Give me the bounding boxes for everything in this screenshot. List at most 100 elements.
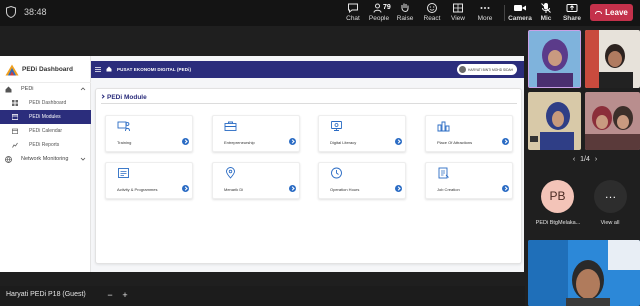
calendar-icon: [12, 128, 18, 134]
user-menu[interactable]: HARYATI BINTI MOHD SIDAH: [457, 64, 517, 75]
home-icon: [5, 86, 12, 93]
avatar: [459, 66, 466, 73]
brand-title: PEDi Dashboard: [22, 66, 73, 73]
hand-icon: [401, 3, 409, 12]
participant-avatar[interactable]: PB: [541, 180, 574, 213]
arrow-right-icon[interactable]: [182, 185, 189, 192]
chevron-down-icon: [80, 157, 86, 161]
module-title-text: PEDi Module: [107, 94, 147, 101]
zoom-in-button[interactable]: +: [120, 290, 130, 300]
nav-group-pedi[interactable]: PEDi: [0, 83, 91, 96]
arrow-right-icon[interactable]: [395, 138, 402, 145]
nav-group-label: Network Monitoring: [21, 156, 69, 162]
camera-icon: [514, 5, 526, 11]
arrow-right-icon[interactable]: [289, 138, 296, 145]
module-label: Activity & Programmes: [117, 187, 158, 192]
arrow-right-icon[interactable]: [289, 185, 296, 192]
module-label: Operation Hours: [330, 187, 360, 192]
participant-name: PEDi BtgMelaka...: [535, 220, 581, 226]
arrow-right-icon[interactable]: [182, 138, 189, 145]
sidebar-item-label: PEDi Reports: [29, 142, 60, 148]
sidebar-item-dashboard[interactable]: PEDi Dashboard: [0, 96, 91, 110]
more-button[interactable]: More: [470, 2, 500, 25]
module-tile-training[interactable]: Training: [105, 115, 193, 152]
attractions-icon: [437, 121, 450, 132]
meeting-window: 38:48 Chat 79 People Raise React View Mo…: [0, 0, 640, 306]
module-tile-activity[interactable]: Activity & Programmes: [105, 162, 193, 199]
view-all-button[interactable]: …: [594, 180, 627, 213]
module-tile-job-creation[interactable]: Job Creation: [425, 162, 513, 199]
arrow-right-icon[interactable]: [502, 138, 509, 145]
smile-icon: [427, 3, 437, 13]
sidebar-item-reports[interactable]: PEDi Reports: [0, 138, 91, 152]
share-button[interactable]: Share: [557, 2, 587, 25]
participant-photo: [529, 31, 580, 87]
chevron-right-icon[interactable]: ›: [595, 156, 597, 163]
module-label: Entrepreneurship: [224, 140, 255, 145]
mic-icon: [541, 3, 551, 13]
sidebar-item-label: PEDi Modules: [29, 114, 61, 120]
grid-icon: [453, 3, 463, 13]
dashboard-icon: [12, 100, 18, 106]
location-pin-icon: [226, 167, 235, 179]
sidebar-item-label: PEDi Dashboard: [29, 100, 67, 106]
user-name: HARYATI BINTI MOHD SIDAH: [468, 67, 514, 72]
chevron-up-icon: [80, 87, 86, 91]
module-label: Place Of Attractions: [437, 140, 473, 145]
view-button[interactable]: View: [443, 2, 473, 25]
sidebar-item-label: PEDi Calendar: [29, 128, 63, 134]
avatar-initials: PB: [549, 189, 566, 203]
view-label: View: [451, 15, 465, 22]
module-label: Training: [117, 140, 132, 145]
module-panel: PEDi Module Training Entrepreneurship Di…: [95, 88, 522, 264]
network-icon: [5, 156, 12, 163]
arrow-right-icon[interactable]: [395, 185, 402, 192]
participant-pagination: ‹ 1/4 ›: [565, 154, 605, 166]
module-tile-digital-literacy[interactable]: Digital Literacy: [318, 115, 406, 152]
shared-screen-footer: Haryati PEDi P18 (Guest) − +: [0, 286, 525, 306]
menu-icon[interactable]: [95, 67, 101, 72]
chevron-icon: [100, 94, 105, 99]
zoom-out-button[interactable]: −: [105, 290, 115, 300]
nav-group-network[interactable]: Network Monitoring: [0, 153, 91, 166]
module-tile-menarik-di[interactable]: Menarik Di: [212, 162, 300, 199]
module-tile-entrepreneurship[interactable]: Entrepreneurship: [212, 115, 300, 152]
more-label: More: [477, 15, 493, 22]
chat-icon: [348, 3, 358, 14]
share-icon: [566, 4, 578, 12]
more-icon: [480, 7, 490, 9]
sidebar-item-modules[interactable]: PEDi Modules: [0, 110, 91, 124]
meeting-toolbar: 38:48 Chat 79 People Raise React View Mo…: [0, 0, 640, 26]
chevron-left-icon[interactable]: ‹: [573, 156, 575, 163]
module-label: Menarik Di: [224, 187, 244, 192]
raise-label: Raise: [396, 15, 414, 22]
app-header: PUSAT EKONOMI DIGITAL (PEDi) HARYATI BIN…: [91, 61, 524, 78]
participant-video[interactable]: [585, 92, 640, 150]
presenter-name: Haryati PEDi P18 (Guest): [6, 291, 86, 298]
module-tile-operation-hours[interactable]: Operation Hours: [318, 162, 406, 199]
sidebar-item-calendar[interactable]: PEDi Calendar: [0, 124, 91, 138]
leave-label: Leave: [605, 8, 628, 17]
zoom-divider: [92, 290, 102, 300]
participant-video[interactable]: [528, 30, 581, 88]
module-tile-attractions[interactable]: Place Of Attractions: [425, 115, 513, 152]
module-label: Digital Literacy: [330, 140, 357, 145]
participant-video[interactable]: [585, 30, 640, 88]
leave-button[interactable]: Leave: [590, 4, 633, 21]
home-icon[interactable]: [106, 66, 112, 72]
raise-hand-button[interactable]: Raise: [390, 2, 420, 25]
view-all-label: View all: [600, 220, 620, 226]
module-panel-title[interactable]: PEDi Module: [100, 94, 147, 101]
app-sidebar: PEDi Dashboard PEDi PEDi Dashboard PEDi …: [0, 56, 91, 272]
participant-video[interactable]: [528, 92, 581, 150]
activity-icon: [118, 168, 129, 178]
shield-icon: [6, 6, 16, 18]
shared-screen: PEDi Dashboard PEDi PEDi Dashboard PEDi …: [0, 56, 524, 272]
participant-video[interactable]: [528, 240, 640, 306]
app-brand[interactable]: PEDi Dashboard: [0, 56, 91, 83]
phone-hangup-icon: [595, 11, 603, 14]
briefcase-icon: [224, 121, 237, 131]
participant-photo: [528, 92, 581, 150]
share-label: Share: [562, 15, 582, 22]
arrow-right-icon[interactable]: [502, 185, 509, 192]
